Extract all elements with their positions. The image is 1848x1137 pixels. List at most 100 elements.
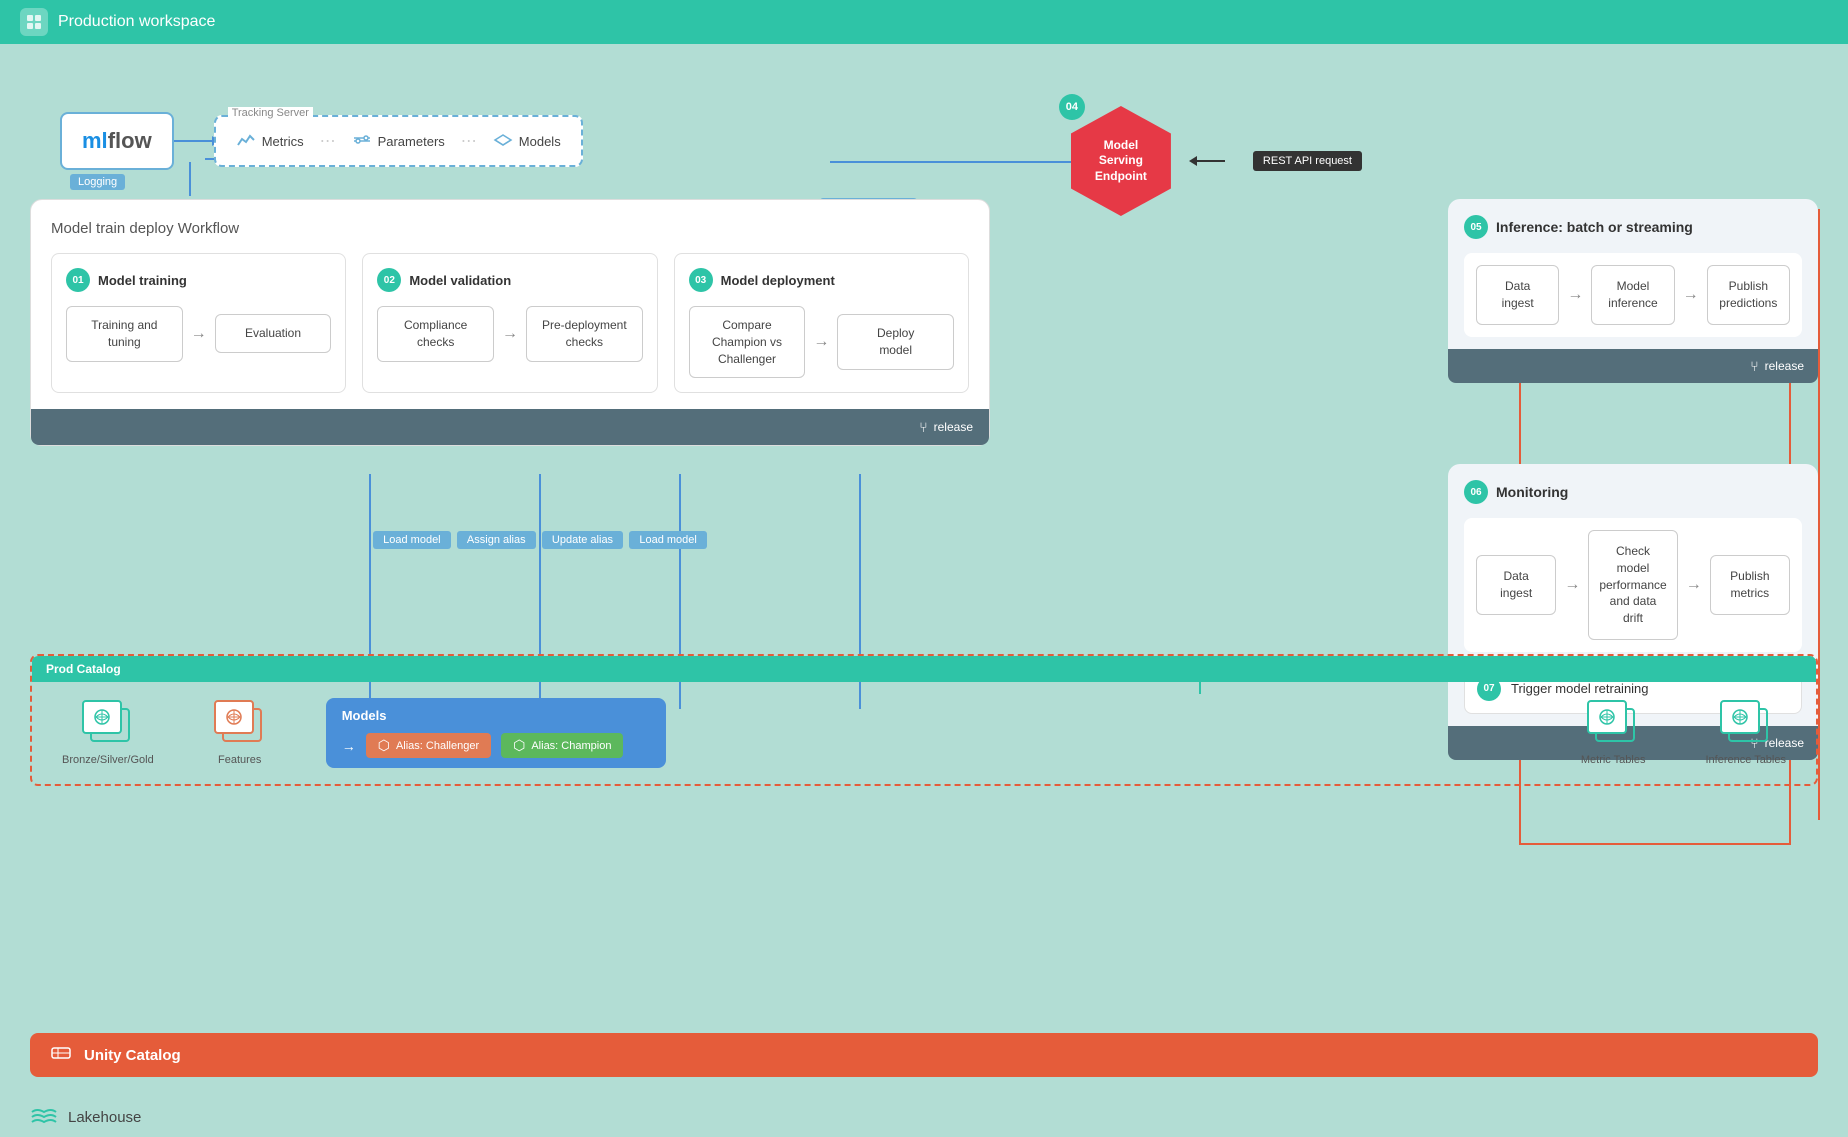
bronze-table-fg bbox=[82, 700, 122, 734]
monitoring-title: Monitoring bbox=[1496, 484, 1568, 500]
publish-predictions-label: Publish predictions bbox=[1719, 279, 1777, 310]
workspace-icon bbox=[20, 8, 48, 36]
inference-tables-item: Inference Tables bbox=[1705, 700, 1786, 766]
features-table-fg bbox=[214, 700, 254, 734]
update-alias-badge: Update alias bbox=[542, 531, 623, 549]
models-aliases: → ⬡ Alias: Challenger ⬡ Alias: Champion bbox=[342, 733, 650, 758]
inference-tables-label: Inference Tables bbox=[1705, 754, 1786, 766]
logging-badge-container: Logging bbox=[70, 172, 125, 190]
lakehouse-title: Lakehouse bbox=[68, 1109, 141, 1126]
metric-tables-item: Metric Tables bbox=[1581, 700, 1646, 766]
model-deployment-title: Model deployment bbox=[721, 273, 835, 288]
models-item: Models bbox=[493, 133, 561, 149]
metric-tables-icon-svg bbox=[1593, 706, 1621, 728]
check-model-performance-box: Check model performance and data drift bbox=[1588, 530, 1677, 640]
step-06-badge: 06 bbox=[1464, 480, 1488, 504]
model-deployment-header: 03 Model deployment bbox=[689, 268, 954, 292]
monitoring-steps: Data ingest → Check model performance an… bbox=[1464, 518, 1802, 652]
monitoring-data-ingest-box: Data ingest bbox=[1476, 555, 1556, 615]
load-model-badge-1: Load model bbox=[373, 531, 451, 549]
deployment-arrow: → bbox=[813, 333, 829, 351]
models-box-title: Models bbox=[342, 708, 650, 723]
inference-steps: Data ingest → Model inference → Publish … bbox=[1464, 253, 1802, 337]
inference-release-label: ⑂ release bbox=[1750, 358, 1804, 374]
workflow-sections: 01 Model training Training and tuning → … bbox=[51, 253, 969, 393]
metrics-icon bbox=[236, 133, 256, 149]
workflow-release-bar: ⑂ release bbox=[31, 409, 989, 445]
publish-metrics-box: Publish metrics bbox=[1710, 555, 1790, 615]
rest-api-container: REST API request bbox=[1195, 151, 1362, 171]
challenger-icon: ⬡ bbox=[378, 737, 390, 754]
mlflow-section: Logging mlflow Tracking Server Metrics ⋯ bbox=[60, 112, 583, 170]
inference-data-ingest-label: Data ingest bbox=[1502, 279, 1534, 310]
parameters-label: Parameters bbox=[378, 134, 445, 149]
mlflow-arrow bbox=[174, 140, 214, 142]
top-bar: Production workspace bbox=[0, 0, 1848, 44]
compliance-checks-box: Compliance checks bbox=[377, 306, 494, 362]
pre-deployment-checks-box: Pre-deployment checks bbox=[526, 306, 643, 362]
alias-champion-badge: ⬡ Alias: Champion bbox=[501, 733, 623, 758]
features-label: Features bbox=[218, 754, 261, 766]
inference-header: 05 Inference: batch or streaming bbox=[1464, 215, 1802, 239]
features-icon-container bbox=[214, 700, 266, 746]
models-box: Models → ⬡ Alias: Challenger ⬡ Alias: Ch… bbox=[326, 698, 666, 768]
workflow-area: Model train deploy Workflow 01 Model tra… bbox=[30, 199, 990, 446]
training-arrow: → bbox=[191, 325, 207, 343]
model-validation-steps: Compliance checks → Pre-deployment check… bbox=[377, 306, 642, 362]
metric-tables-label: Metric Tables bbox=[1581, 754, 1646, 766]
compliance-checks-label: Compliance checks bbox=[404, 318, 467, 349]
rest-api-badge: REST API request bbox=[1253, 151, 1362, 171]
inference-release-text: release bbox=[1765, 359, 1804, 373]
git-icon-workflow: ⑂ bbox=[919, 419, 927, 435]
unity-icon-svg bbox=[50, 1042, 72, 1064]
model-serving-hexagon: ModelServingEndpoint bbox=[1071, 106, 1171, 216]
model-serving-text: ModelServingEndpoint bbox=[1087, 128, 1155, 195]
red-border-bottom bbox=[1818, 818, 1820, 820]
step-05-badge: 05 bbox=[1464, 215, 1488, 239]
workflow-release-label: ⑂ release bbox=[919, 419, 973, 435]
tracking-server-box: Tracking Server Metrics ⋯ Parameters ⋯ bbox=[214, 115, 583, 167]
prod-catalog-border: Prod Catalog Bronze/Silver/Go bbox=[30, 654, 1818, 786]
model-inference-label: Model inference bbox=[1608, 279, 1657, 310]
model-validation-header: 02 Model validation bbox=[377, 268, 642, 292]
lakehouse-icon bbox=[30, 1104, 58, 1131]
workflow-title: Model train deploy Workflow bbox=[51, 220, 969, 237]
step-04-badge: 04 bbox=[1059, 94, 1085, 120]
metrics-item: Metrics bbox=[236, 133, 304, 149]
publish-metrics-label: Publish metrics bbox=[1730, 569, 1769, 600]
bronze-icon-container bbox=[82, 700, 134, 746]
features-table-icon-svg bbox=[220, 706, 248, 728]
unity-catalog-bar: Unity Catalog bbox=[30, 1033, 1818, 1077]
model-inference-box: Model inference bbox=[1591, 265, 1674, 325]
training-tuning-box: Training and tuning bbox=[66, 306, 183, 362]
metrics-label: Metrics bbox=[262, 134, 304, 149]
inference-title: Inference: batch or streaming bbox=[1496, 219, 1693, 235]
inference-tables-fg bbox=[1720, 700, 1760, 734]
models-icon-mlflow bbox=[493, 133, 513, 149]
evaluation-label: Evaluation bbox=[245, 326, 301, 340]
model-training-title: Model training bbox=[98, 273, 187, 288]
assign-alias-badge: Assign alias bbox=[457, 531, 536, 549]
step-03-badge: 03 bbox=[689, 268, 713, 292]
logging-badge: Logging bbox=[70, 174, 125, 190]
hexagon-wrapper: 04 ModelServingEndpoint bbox=[1071, 106, 1171, 216]
unity-catalog-icon bbox=[50, 1042, 72, 1069]
model-training-section: 01 Model training Training and tuning → … bbox=[51, 253, 346, 393]
rest-api-arrow bbox=[1195, 160, 1225, 162]
alias-challenger-badge: ⬡ Alias: Challenger bbox=[366, 733, 491, 758]
inference-tables-icon-svg bbox=[1726, 706, 1754, 728]
action-badges-row: Load model Assign alias Update alias Loa… bbox=[30, 531, 990, 549]
model-serving-hexagon-container: 04 ModelServingEndpoint REST API request bbox=[1071, 106, 1362, 216]
champion-label: Alias: Champion bbox=[531, 740, 611, 752]
model-validation-section: 02 Model validation Compliance checks → … bbox=[362, 253, 657, 393]
challenger-label: Alias: Challenger bbox=[396, 740, 479, 752]
parameters-icon bbox=[352, 133, 372, 149]
champion-icon: ⬡ bbox=[513, 737, 525, 754]
model-serving-container: 04 ModelServingEndpoint REST API request bbox=[1071, 106, 1362, 216]
prod-catalog-content: Bronze/Silver/Gold Features bbox=[32, 682, 1816, 784]
workspace-title: Production workspace bbox=[58, 13, 215, 31]
monitoring-arrow-1: → bbox=[1564, 576, 1580, 594]
metric-tables-icon-container bbox=[1587, 700, 1639, 746]
lakehouse-icon-svg bbox=[30, 1104, 58, 1126]
alias-arrow-icon: → bbox=[342, 738, 356, 754]
